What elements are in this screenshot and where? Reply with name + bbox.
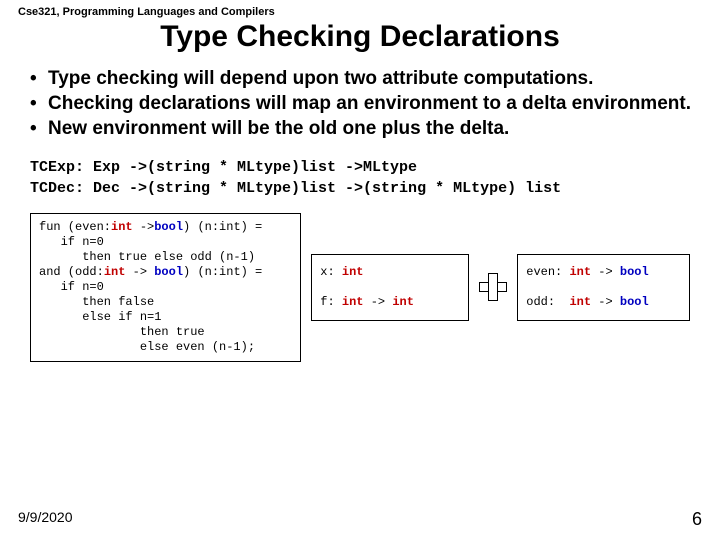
footer-page-number: 6: [692, 509, 702, 530]
code-box-delta: even: int -> bool odd: int -> bool: [517, 254, 690, 321]
bullet-list: Type checking will depend upon two attri…: [30, 68, 702, 140]
type-keyword: int: [569, 265, 591, 279]
code-text: ->: [133, 220, 155, 234]
sig-line: TCDec: Dec ->(string * MLtype)list ->(st…: [30, 180, 561, 197]
code-text: else even (n-1);: [39, 340, 255, 354]
code-text: ->: [364, 295, 393, 309]
code-text: then false: [39, 295, 154, 309]
type-signatures: TCExp: Exp ->(string * MLtype)list ->MLt…: [30, 158, 702, 199]
code-box-definition: fun (even:int ->bool) (n:int) = if n=0 t…: [30, 213, 301, 362]
code-text: ->: [591, 265, 620, 279]
footer-date: 9/9/2020: [18, 509, 73, 530]
bullet-item: New environment will be the old one plus…: [30, 118, 702, 141]
code-box-env: x: int f: int -> int: [311, 254, 469, 321]
code-text: if n=0: [39, 235, 104, 249]
bullet-item: Checking declarations will map an enviro…: [30, 93, 702, 116]
example-row: fun (even:int ->bool) (n:int) = if n=0 t…: [30, 213, 690, 362]
bullet-item: Type checking will depend upon two attri…: [30, 68, 702, 91]
plus-icon: [479, 273, 507, 301]
code-text: and (odd:: [39, 265, 104, 279]
type-keyword: int: [342, 265, 364, 279]
type-keyword: int: [104, 265, 126, 279]
type-keyword: int: [569, 295, 591, 309]
code-text: x:: [320, 265, 342, 279]
code-text: then true else odd (n-1): [39, 250, 255, 264]
code-text: even:: [526, 265, 569, 279]
slide-footer: 9/9/2020 6: [18, 509, 702, 530]
code-text: odd:: [526, 295, 569, 309]
code-text: ->: [125, 265, 154, 279]
type-keyword: int: [392, 295, 414, 309]
code-text: ->: [591, 295, 620, 309]
code-text: fun (even:: [39, 220, 111, 234]
code-text: ) (n:int) =: [183, 265, 262, 279]
course-header: Cse321, Programming Languages and Compil…: [18, 6, 702, 18]
slide: Cse321, Programming Languages and Compil…: [0, 0, 720, 540]
code-text: if n=0: [39, 280, 104, 294]
code-text: else if n=1: [39, 310, 161, 324]
slide-title: Type Checking Declarations: [18, 20, 702, 54]
type-keyword: bool: [620, 265, 649, 279]
code-text: ) (n:int) =: [183, 220, 262, 234]
code-text: then true: [39, 325, 205, 339]
sig-line: TCExp: Exp ->(string * MLtype)list ->MLt…: [30, 159, 417, 176]
type-keyword: bool: [620, 295, 649, 309]
type-keyword: bool: [154, 220, 183, 234]
type-keyword: int: [342, 295, 364, 309]
type-keyword: bool: [154, 265, 183, 279]
type-keyword: int: [111, 220, 133, 234]
code-text: f:: [320, 295, 342, 309]
